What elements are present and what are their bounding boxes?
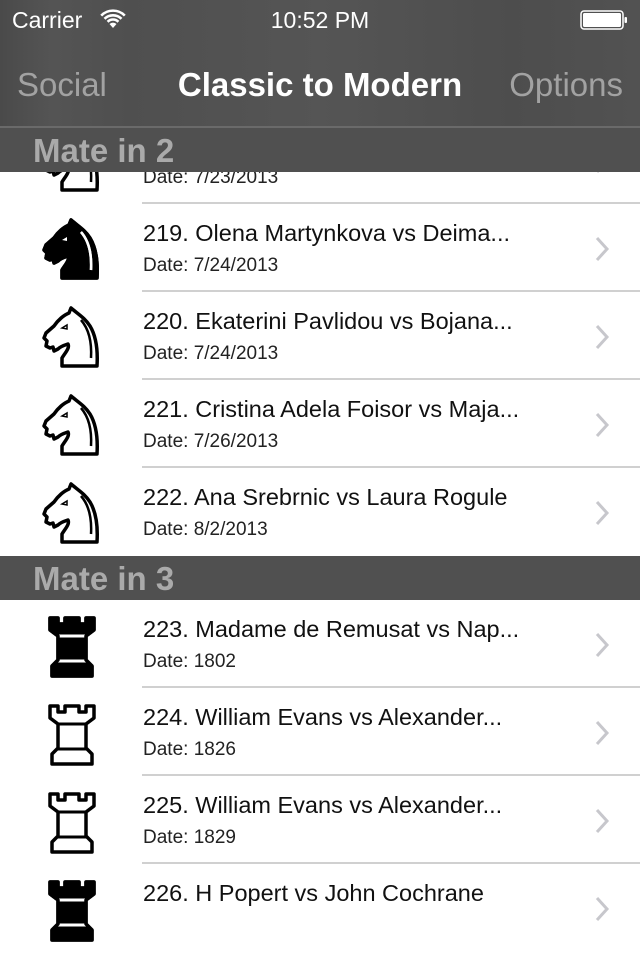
- top-bar: Carrier 10:52 PM Social Classic to Moder…: [0, 0, 640, 128]
- puzzle-row[interactable]: 225. William Evans vs Alexander... Date: …: [0, 776, 640, 864]
- chevron-right-icon: [595, 896, 610, 922]
- black-knight-icon: [42, 218, 104, 280]
- puzzle-title: 226. H Popert vs John Cochrane: [143, 880, 484, 906]
- section-header-mate-in-2: Mate in 2: [0, 128, 640, 172]
- chevron-right-icon: [595, 236, 610, 262]
- puzzle-title: 224. William Evans vs Alexander...: [143, 704, 503, 730]
- chevron-right-icon: [595, 808, 610, 834]
- black-rook-icon: [48, 616, 96, 678]
- chevron-right-icon: [595, 720, 610, 746]
- puzzle-date: Date: 8/2/2013: [143, 519, 268, 540]
- puzzle-title: 225. William Evans vs Alexander...: [143, 792, 503, 818]
- puzzle-row[interactable]: 223. Madame de Remusat vs Nap... Date: 18…: [0, 600, 640, 688]
- chevron-right-icon: [595, 412, 610, 438]
- puzzle-date: Date: 7/24/2013: [143, 343, 279, 364]
- section-header-mate-in-3: Mate in 3: [0, 556, 640, 600]
- section-title: Mate in 2: [33, 132, 175, 169]
- puzzle-date: Date: 7/26/2013: [143, 431, 279, 452]
- white-knight-icon: [40, 394, 104, 458]
- social-button[interactable]: Social: [17, 66, 107, 104]
- chevron-right-icon: [595, 632, 610, 658]
- puzzle-date: Date: 7/24/2013: [143, 255, 279, 276]
- puzzle-list[interactable]: Mate in 2 218. Maria Kursova vs Tijana B…: [0, 128, 640, 960]
- white-knight-icon: [40, 306, 104, 370]
- puzzle-title: 223. Madame de Remusat vs Nap...: [143, 616, 520, 642]
- chevron-right-icon: [595, 324, 610, 350]
- options-button[interactable]: Options: [509, 66, 623, 104]
- puzzle-title: 221. Cristina Adela Foisor vs Maja...: [143, 396, 520, 422]
- navigation-bar: Social Classic to Modern Options: [0, 40, 640, 128]
- puzzle-title: 222. Ana Srebrnic vs Laura Rogule: [143, 484, 508, 510]
- puzzle-title: 220. Ekaterini Pavlidou vs Bojana...: [143, 308, 513, 334]
- black-rook-icon: [48, 880, 96, 942]
- white-rook-icon: [40, 790, 104, 854]
- battery-icon: [580, 10, 627, 30]
- chevron-right-icon: [595, 500, 610, 526]
- puzzle-row[interactable]: 221. Cristina Adela Foisor vs Maja... Dat…: [0, 380, 640, 468]
- puzzle-date: Date: 1802: [143, 651, 236, 672]
- white-knight-icon: [40, 482, 104, 546]
- puzzle-row[interactable]: 224. William Evans vs Alexander... Date: …: [0, 688, 640, 776]
- puzzle-date: Date: 1829: [143, 827, 236, 848]
- white-rook-icon: [40, 702, 104, 766]
- puzzle-row[interactable]: 222. Ana Srebrnic vs Laura Rogule Date: 8…: [0, 468, 640, 556]
- list-content: 218. Maria Kursova vs Tijana Blag...Date…: [0, 128, 640, 952]
- section-title: Mate in 3: [33, 560, 175, 597]
- clock: 10:52 PM: [270, 7, 370, 33]
- puzzle-date: Date: 1826: [143, 739, 236, 760]
- puzzle-row[interactable]: 219. Olena Martynkova vs Deima... Date: 7…: [0, 204, 640, 292]
- puzzle-row[interactable]: 220. Ekaterini Pavlidou vs Bojana... Date…: [0, 292, 640, 380]
- puzzle-row[interactable]: 226. H Popert vs John Cochrane: [0, 864, 640, 952]
- puzzle-title: 219. Olena Martynkova vs Deima...: [143, 220, 511, 246]
- status-bar: Carrier 10:52 PM: [0, 0, 640, 40]
